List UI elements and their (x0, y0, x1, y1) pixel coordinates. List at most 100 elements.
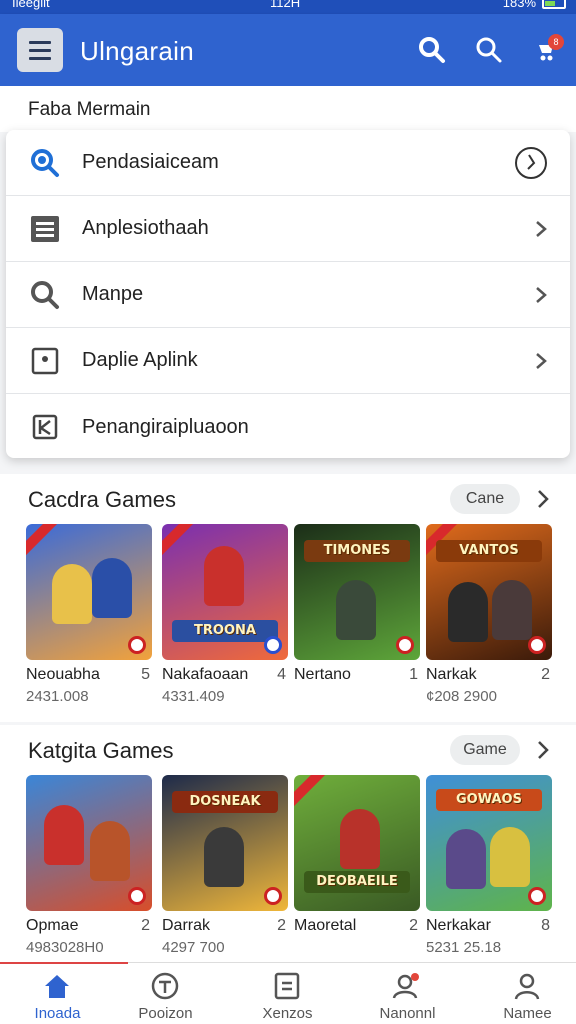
section-filter-pill[interactable]: Game (450, 735, 520, 765)
menu-item-label: Pendasiaiceam (82, 151, 219, 173)
menu-item-label: Manpe (82, 283, 144, 305)
game-badge-icon (128, 636, 146, 654)
nav-item-5[interactable]: Namee (470, 963, 576, 1024)
nav-item-home[interactable]: Inoada (0, 963, 115, 1024)
search-icon (28, 278, 62, 312)
ribbon-tag (26, 524, 59, 559)
clock-icon[interactable] (514, 146, 548, 180)
chevron-right-icon (536, 352, 547, 369)
game-stats: 4983028H0 (26, 939, 104, 956)
game-badge-icon (264, 887, 282, 905)
game-logo: DOSNEAK (172, 791, 278, 813)
game-badge-icon (264, 636, 282, 654)
section-filter-pill[interactable]: Cane (450, 484, 520, 514)
menu-item-label: Daplie Aplink (82, 349, 198, 371)
box-icon (270, 971, 304, 1001)
game-stats: 2431.008 (26, 688, 89, 705)
cart-button[interactable]: 8 (528, 32, 564, 68)
game-card[interactable]: Opmae 2 4983028H0 (26, 775, 152, 956)
character-figure (44, 805, 84, 865)
nav-label: Xenzos (262, 1005, 313, 1022)
game-card[interactable]: DEOBAEILE Maoretal 2 (294, 775, 420, 939)
game-stats: 5231 25.18 (426, 939, 502, 956)
game-logo: VANTOS (436, 540, 542, 562)
nav-label: Namee (503, 1005, 552, 1022)
game-rank: 2 (277, 917, 286, 934)
character-figure (90, 821, 130, 881)
circle-t-icon (148, 971, 182, 1001)
game-card-row: Neouabha 5 2431.008 TROONA Nakafaoaan 4 43… (26, 524, 556, 714)
game-logo: TIMONES (304, 540, 410, 562)
menu-item-5[interactable]: Penangiraipluaoon (6, 394, 570, 460)
game-stats: 4331.409 (162, 688, 225, 705)
battery-icon (542, 0, 566, 9)
ribbon-tag (294, 775, 327, 810)
game-badge-icon (528, 887, 546, 905)
chevron-right-icon (536, 220, 547, 237)
game-rank: 8 (541, 917, 550, 934)
nav-item-2[interactable]: Pooizon (108, 963, 223, 1024)
game-card[interactable]: TROONA Nakafaoaan 4 4331.409 (162, 524, 288, 705)
game-card[interactable]: VANTOS Narkak 2 ¢208 2900 (426, 524, 552, 705)
game-thumbnail: DEOBAEILE (294, 775, 420, 911)
game-card-row: Opmae 2 4983028H0 DOSNEAK Darrak 2 4297 70… (26, 775, 556, 965)
home-icon (40, 971, 74, 1001)
games-section-1: Cacdra Games Cane Neouabha 5 2431.008 TRO… (0, 474, 576, 722)
character-figure (490, 827, 530, 887)
game-stats: 4297 700 (162, 939, 225, 956)
game-stats: ¢208 2900 (426, 688, 497, 705)
page-subtitle: Faba Mermain (0, 86, 576, 132)
game-card[interactable]: DOSNEAK Darrak 2 4297 700 (162, 775, 288, 956)
status-carrier: Ileegiit (12, 0, 50, 10)
k-box-icon (28, 410, 62, 444)
character-figure (448, 582, 488, 642)
games-section-2: Katgita Games Game Opmae 2 4983028H0 DOSN… (0, 725, 576, 962)
game-title: Neouabha (26, 666, 100, 683)
person-icon (510, 971, 544, 1001)
ribbon-tag (162, 524, 195, 559)
game-logo: DEOBAEILE (304, 871, 410, 893)
character-figure (336, 580, 376, 640)
chevron-right-icon (536, 286, 547, 303)
game-card[interactable]: TIMONES Nertano 1 (294, 524, 420, 688)
game-badge-icon (128, 887, 146, 905)
game-title: Nerkakar (426, 917, 491, 934)
bottom-nav: Inoada Pooizon Xenzos Nanonnl Namee (0, 962, 576, 1024)
menu-item-label: Penangiraipluaoon (82, 415, 249, 438)
game-rank: 2 (409, 917, 418, 934)
menu-item-3[interactable]: Manpe (6, 262, 570, 328)
section-title: Katgita Games (28, 738, 174, 763)
character-figure (52, 564, 92, 624)
game-thumbnail: TIMONES (294, 524, 420, 660)
game-title: Opmae (26, 917, 79, 934)
character-figure (92, 558, 132, 618)
search-icon (476, 37, 502, 63)
nav-label: Pooizon (138, 1005, 193, 1022)
nav-label: Nanonnl (379, 1005, 436, 1022)
game-title: Nertano (294, 666, 351, 683)
filter-search-button[interactable] (471, 32, 507, 68)
chevron-right-icon[interactable] (536, 739, 550, 761)
nav-item-4[interactable]: Nanonnl (350, 963, 465, 1024)
chevron-right-icon[interactable] (536, 488, 550, 510)
cart-badge: 8 (548, 34, 564, 50)
menu-item-1[interactable]: Pendasiaiceam (6, 130, 570, 196)
game-thumbnail: DOSNEAK (162, 775, 288, 911)
character-figure (340, 809, 380, 869)
game-card[interactable]: Neouabha 5 2431.008 (26, 524, 152, 705)
character-figure (204, 546, 244, 606)
dropdown-menu: Pendasiaiceam Anplesiothaah Manpe Daplie… (6, 130, 570, 458)
search-button[interactable] (414, 32, 450, 68)
character-figure (204, 827, 244, 887)
app-bar: Ulngarain 8 (0, 14, 576, 86)
game-rank: 1 (409, 666, 418, 683)
search-icon (419, 37, 445, 63)
menu-item-4[interactable]: Daplie Aplink (6, 328, 570, 394)
menu-item-2[interactable]: Anplesiothaah (6, 196, 570, 262)
game-badge-icon (396, 636, 414, 654)
game-card[interactable]: GOWAOS Nerkakar 8 5231 25.18 (426, 775, 552, 956)
square-dot-icon (28, 344, 62, 378)
game-rank: 5 (141, 666, 150, 683)
nav-item-3[interactable]: Xenzos (230, 963, 345, 1024)
menu-button[interactable] (17, 28, 63, 72)
